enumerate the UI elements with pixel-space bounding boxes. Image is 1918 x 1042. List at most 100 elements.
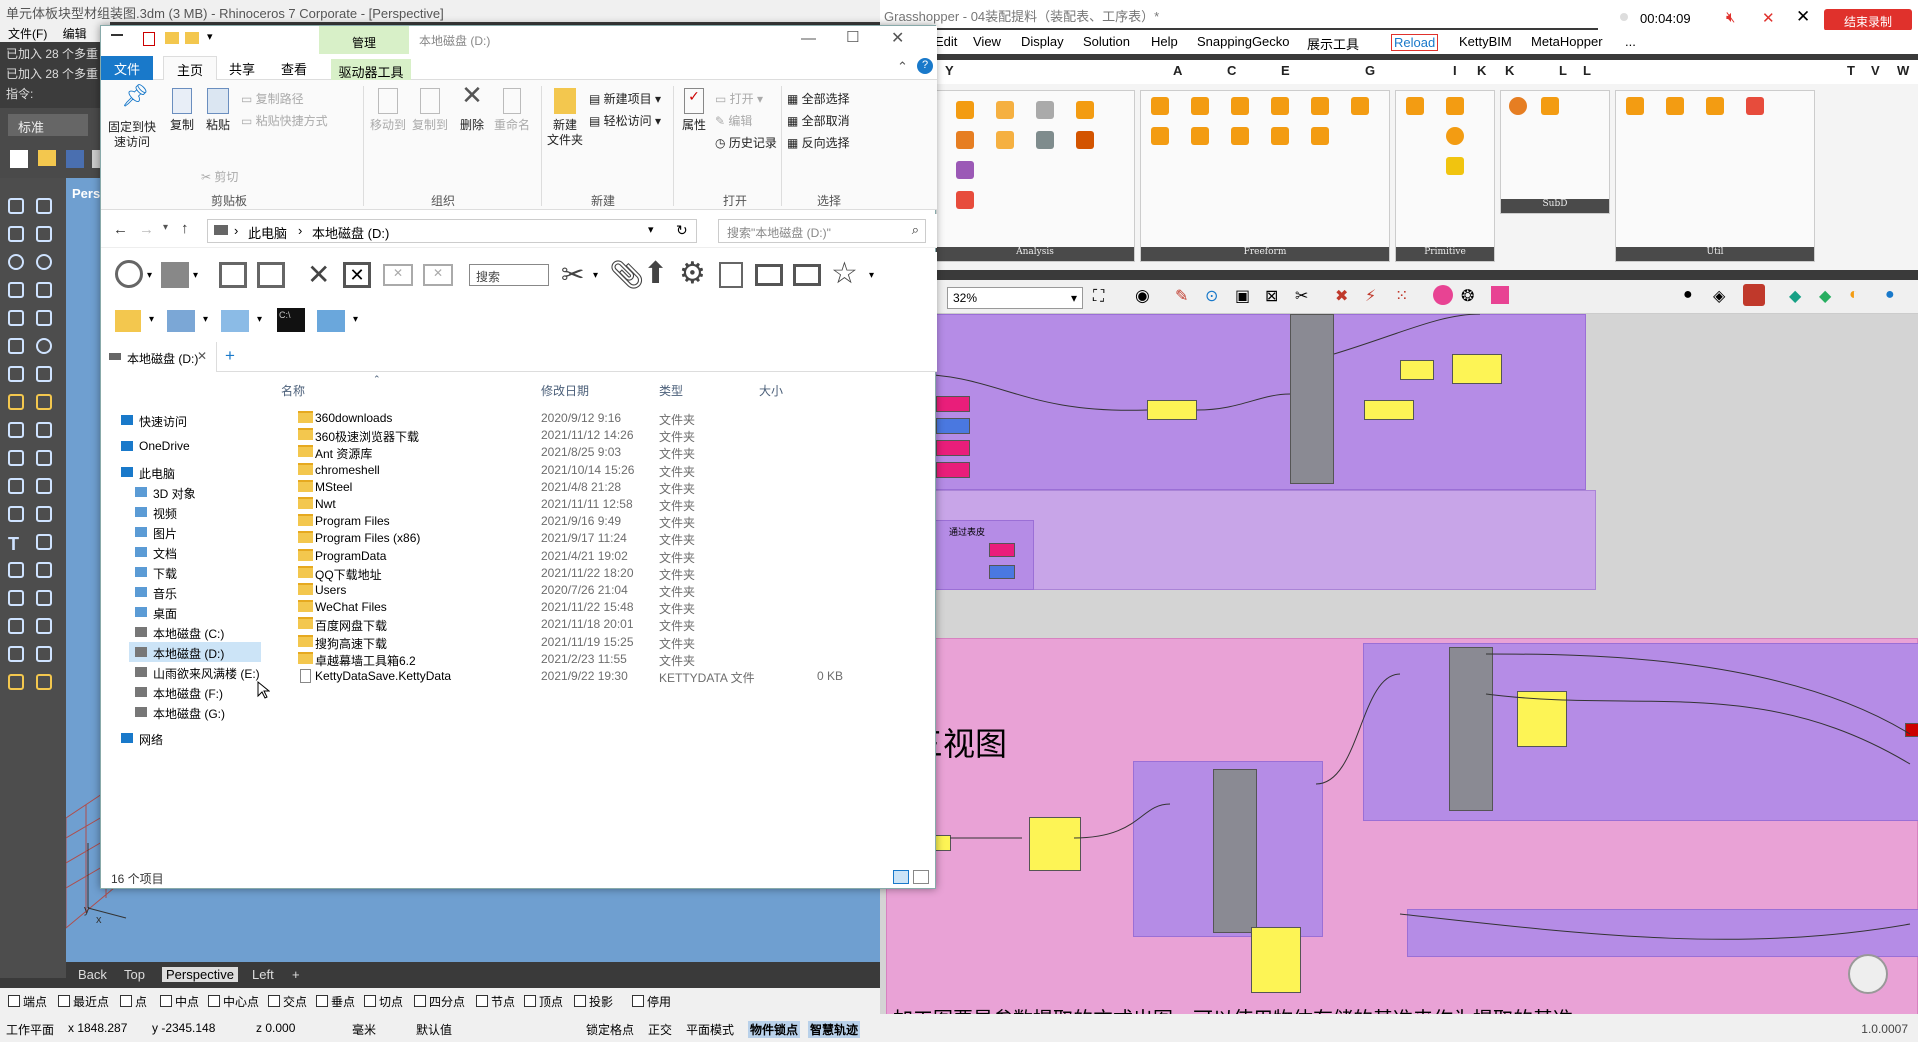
gh-swatch-pink[interactable]: [936, 440, 970, 456]
cap-icon[interactable]: [1271, 127, 1289, 145]
view-tab-left[interactable]: Left: [252, 967, 274, 982]
folder-icon[interactable]: [115, 310, 141, 332]
transform-icon[interactable]: [36, 534, 52, 550]
up-icon[interactable]: ↑: [181, 220, 189, 237]
nav-item[interactable]: 本地磁盘 (C:): [129, 622, 261, 642]
chevron-down-icon[interactable]: ▾: [869, 270, 874, 281]
gh-swatch-blue[interactable]: [989, 565, 1015, 579]
snap-icon[interactable]: ⚡: [1365, 286, 1376, 306]
search-input[interactable]: 搜索"本地磁盘 (D:)" ⌕: [718, 219, 926, 243]
gh-panel-yellow[interactable]: [1364, 400, 1414, 420]
nav-item[interactable]: 山雨欲来风满楼 (E:): [129, 662, 261, 682]
revolve-icon[interactable]: [1271, 97, 1289, 115]
rhino-toolbar-tab-standard[interactable]: 标准: [8, 114, 88, 136]
gh-tab-c[interactable]: C: [1227, 63, 1236, 78]
move-icon[interactable]: [8, 450, 24, 466]
text-icon[interactable]: T: [8, 534, 24, 554]
gh-tab-e[interactable]: E: [1281, 63, 1290, 78]
plugin-1-icon[interactable]: ◆: [1789, 286, 1801, 306]
sphere-icon[interactable]: [36, 338, 52, 354]
new-item-button[interactable]: ▤ 新建项目 ▾: [589, 90, 661, 107]
nav-item[interactable]: 本地磁盘 (F:): [129, 682, 261, 702]
edge-icon[interactable]: [1191, 127, 1209, 145]
mesh-icon[interactable]: [36, 366, 52, 382]
menu-icon[interactable]: [111, 34, 123, 36]
analyze-icon[interactable]: [36, 506, 52, 522]
gh-component-large[interactable]: [1213, 769, 1257, 933]
chevron-down-icon[interactable]: ▾: [193, 270, 198, 281]
col-size[interactable]: 大小: [759, 382, 783, 399]
gh-tab-l2[interactable]: L: [1583, 63, 1591, 78]
stop-recording-button[interactable]: 结束录制: [1824, 9, 1912, 31]
address-dropdown-icon[interactable]: ▾: [648, 223, 654, 236]
gh-group-bottom[interactable]: [1407, 909, 1918, 957]
network-icon[interactable]: [317, 310, 345, 332]
rail-icon[interactable]: [1311, 97, 1329, 115]
zoom-combo[interactable]: 32% ▾: [947, 287, 1083, 309]
gh-swatch-pink[interactable]: [936, 462, 970, 478]
osnap-perp[interactable]: 垂点: [316, 993, 355, 1010]
chevron-down-icon[interactable]: ▾: [353, 314, 358, 325]
gh-tab-l1[interactable]: L: [1559, 63, 1567, 78]
status-layer[interactable]: 默认值: [416, 1021, 452, 1038]
chevron-down-icon[interactable]: ▾: [593, 270, 598, 281]
mic-mute-icon[interactable]: ✕: [1762, 9, 1775, 27]
terminal-icon[interactable]: C:\: [277, 308, 305, 332]
osnap-mid[interactable]: 中点: [160, 993, 199, 1010]
tab-drive-d[interactable]: 本地磁盘 (D:) ✕: [101, 342, 217, 372]
view-tab-top[interactable]: Top: [124, 967, 145, 982]
gh-swatch-pink[interactable]: [989, 543, 1015, 557]
polyline-icon[interactable]: [8, 226, 24, 242]
pin-quick-access-button[interactable]: 📌︎ 固定到快 速访问: [105, 85, 159, 150]
network-icon[interactable]: [1151, 127, 1169, 145]
gh-menu-display-tools[interactable]: 展示工具: [1307, 34, 1359, 53]
moment-icon[interactable]: [956, 161, 974, 179]
tool-search-input[interactable]: 搜索: [469, 264, 549, 286]
surface-icon[interactable]: [8, 310, 24, 326]
monitor-icon[interactable]: [221, 310, 249, 332]
delete-button[interactable]: ✕ 删除: [455, 82, 489, 133]
gh-panel-yellow[interactable]: [1452, 354, 1502, 384]
material-icon[interactable]: [8, 674, 24, 690]
nav-item[interactable]: 本地磁盘 (G:): [129, 702, 261, 722]
col-name[interactable]: 名称: [281, 382, 305, 399]
gh-menu-more[interactable]: ...: [1625, 34, 1636, 49]
explorer-window[interactable]: ▾ 管理 本地磁盘 (D:) — ☐ ✕ 文件 主页 共享 查看 驱动器工具 ⌃…: [100, 25, 937, 889]
open-button[interactable]: ▭ 打开 ▾: [715, 90, 763, 107]
chevron-down-icon[interactable]: ▾: [257, 314, 262, 325]
move-to-button[interactable]: 移动到: [369, 88, 407, 133]
view-tab-back[interactable]: Back: [78, 967, 107, 982]
gh-swatch-pink[interactable]: [936, 396, 970, 412]
gh-panel-yellow[interactable]: [1251, 927, 1301, 993]
panel-side-icon[interactable]: [793, 264, 821, 286]
mirror-icon[interactable]: [36, 478, 52, 494]
wireframe-icon[interactable]: ⊠: [1265, 286, 1278, 306]
gh-canvas[interactable]: 通过表皮 三视图 加工图要是参数提取的方式出图，可以使用物体存储的基准来作为提取…: [880, 314, 1918, 1014]
status-grid-snap[interactable]: 锁定格点: [586, 1021, 634, 1038]
gh-tab-k1[interactable]: K: [1477, 63, 1486, 78]
gh-menu-edit[interactable]: Edit: [935, 34, 957, 49]
cut-button[interactable]: ✂ 剪切: [201, 168, 238, 185]
loft-icon[interactable]: [1191, 97, 1209, 115]
osnap-disable[interactable]: 停用: [632, 993, 671, 1010]
sketch-icon[interactable]: ✎: [1175, 286, 1188, 306]
render-icon[interactable]: [8, 646, 24, 662]
chevron-down-icon[interactable]: ▾: [149, 314, 154, 325]
gh-tab-g[interactable]: G: [1365, 63, 1375, 78]
status-ortho[interactable]: 正交: [648, 1021, 672, 1038]
preview-shaded-icon[interactable]: ▣: [1235, 286, 1250, 306]
close-icon[interactable]: ✕: [891, 28, 904, 48]
gh-swatch-blue[interactable]: [936, 418, 970, 434]
subd-box-icon[interactable]: [1541, 97, 1559, 115]
offset-srf-icon[interactable]: [1311, 127, 1329, 145]
folder-quick-icon[interactable]: [185, 32, 199, 44]
sweep-icon[interactable]: [1231, 97, 1249, 115]
status-osnap[interactable]: 物件锁点: [748, 1021, 801, 1038]
point-in-icon[interactable]: [1076, 131, 1094, 149]
close-x-icon[interactable]: ✕: [307, 258, 330, 291]
new-file-icon[interactable]: [10, 150, 28, 168]
gh-tab-v[interactable]: V: [1871, 63, 1880, 78]
close-box-icon[interactable]: ✕: [343, 262, 371, 288]
chevron-down-icon[interactable]: ▾: [147, 270, 152, 281]
tab-view[interactable]: 查看: [281, 59, 307, 78]
